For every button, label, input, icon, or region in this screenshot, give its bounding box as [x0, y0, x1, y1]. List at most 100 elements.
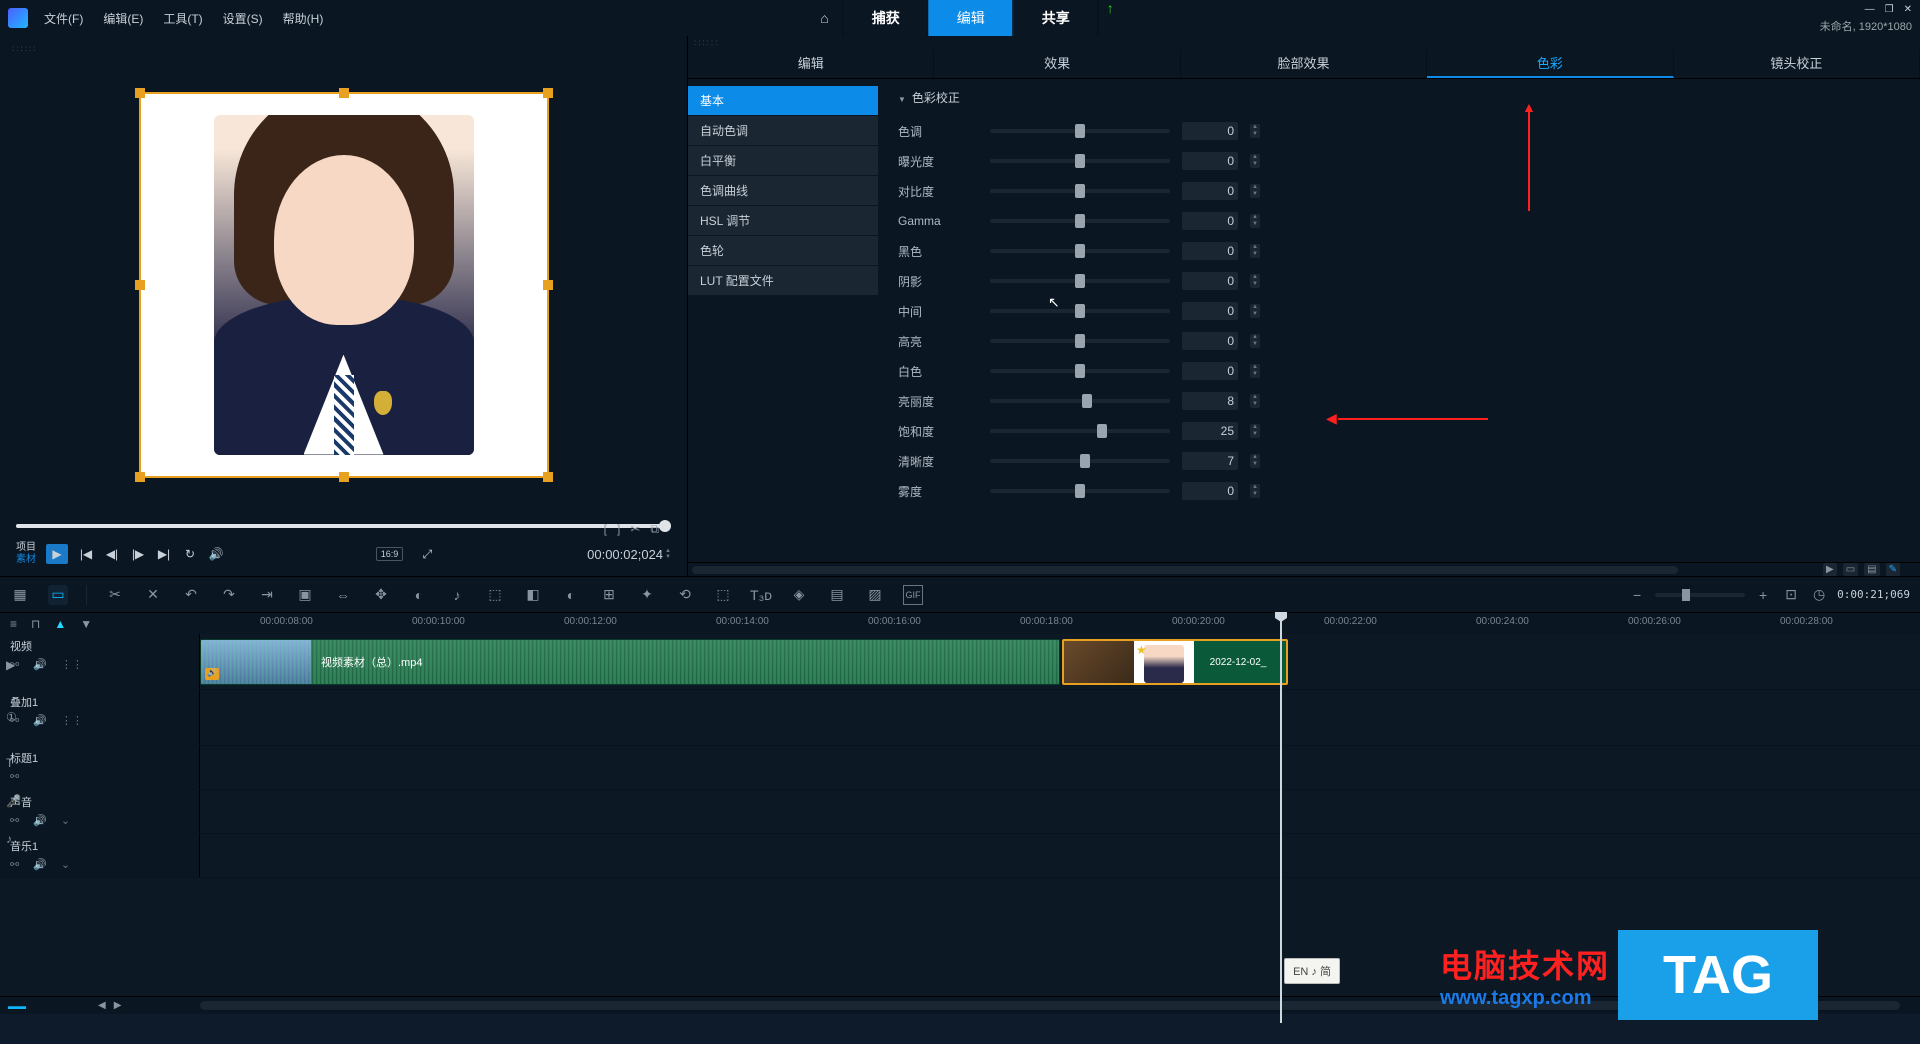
split-icon[interactable]: ✂ — [630, 522, 640, 537]
resize-handle-bm[interactable] — [339, 472, 349, 482]
track-icon[interactable]: ⬚ — [713, 585, 733, 605]
mute-icon[interactable]: 🔊 — [33, 714, 47, 727]
chevron-down-icon[interactable]: ⌄ — [61, 814, 70, 827]
loop-button[interactable]: ↻ — [182, 546, 198, 562]
color-cat-lut[interactable]: LUT 配置文件 — [688, 266, 878, 295]
color-cat-hsl[interactable]: HSL 调节 — [688, 206, 878, 235]
slider-value[interactable]: 7 — [1182, 452, 1238, 470]
slider-track[interactable] — [990, 249, 1170, 253]
slider-value[interactable]: 25 — [1182, 422, 1238, 440]
clip-audio-icon[interactable]: 🔊 — [205, 668, 219, 680]
slider-stepper[interactable]: ▲▼ — [1250, 214, 1260, 228]
mute-icon[interactable]: 🔊 — [33, 858, 47, 871]
filmstrip-icon[interactable]: ▤ — [827, 585, 847, 605]
list-icon[interactable]: ≡ — [10, 617, 17, 631]
panel-grip-icon[interactable]: :::::: — [6, 42, 681, 55]
prop-tab-lens[interactable]: 镜头校正 — [1674, 49, 1920, 78]
track-type-voice-icon[interactable]: 🎤 — [6, 794, 21, 808]
gif-icon[interactable]: GIF — [903, 585, 923, 605]
slider-stepper[interactable]: ▲▼ — [1250, 274, 1260, 288]
selected-clip-frame[interactable] — [139, 92, 549, 478]
timeline-ruler[interactable]: ≡ ⊓ ▲ ▼ 00:00:08:0000:00:10:0000:00:12:0… — [0, 612, 1920, 634]
resize-handle-tl[interactable] — [135, 88, 145, 98]
track-body-title[interactable] — [200, 746, 1920, 789]
grid-icon[interactable]: ⊞ — [599, 585, 619, 605]
zoom-out-icon[interactable]: − — [1627, 585, 1647, 605]
slider-value[interactable]: 0 — [1182, 212, 1238, 230]
scroll-right-icon[interactable]: ▶ — [114, 1000, 122, 1011]
slider-track[interactable] — [990, 129, 1170, 133]
color-cat-whitebalance[interactable]: 白平衡 — [688, 146, 878, 175]
panel-grip-icon[interactable]: :::::: — [688, 36, 1920, 49]
mark-in-icon[interactable]: [ — [604, 522, 607, 537]
scroll-right-icon[interactable]: ▶ — [1823, 563, 1837, 576]
resize-handle-tr[interactable] — [543, 88, 553, 98]
scrubber-knob[interactable] — [659, 520, 671, 532]
mute-icon[interactable]: 🔊 — [33, 658, 47, 671]
menu-settings[interactable]: 设置(S) — [223, 10, 263, 27]
restore-icon[interactable]: ❐ — [1885, 4, 1894, 15]
ime-indicator[interactable]: EN ♪ 简 — [1284, 958, 1340, 984]
slider-stepper[interactable]: ▲▼ — [1250, 364, 1260, 378]
slider-value[interactable]: 0 — [1182, 122, 1238, 140]
clip-main-video[interactable]: 视频素材（总）.mp4 🔊 — [200, 639, 1060, 685]
track-body-voice[interactable] — [200, 790, 1920, 833]
minimize-icon[interactable]: — — [1865, 4, 1875, 15]
marker-add-icon[interactable]: ▲ — [54, 617, 66, 631]
track-type-music-icon[interactable]: ♪ — [6, 832, 21, 846]
slider-stepper[interactable]: ▲▼ — [1250, 154, 1260, 168]
color-cat-colorwheel[interactable]: 色轮 — [688, 236, 878, 265]
preview-source-toggle[interactable]: 项目 素材 — [16, 542, 36, 566]
playhead[interactable] — [1280, 613, 1282, 1023]
pan-zoom-icon[interactable]: ⇔ — [333, 585, 353, 605]
tc-down[interactable]: ▼ — [665, 554, 671, 560]
zoom-slider[interactable] — [1655, 593, 1745, 597]
resize-handle-ml[interactable] — [135, 280, 145, 290]
layout-icon-1[interactable]: ▭ — [1843, 563, 1858, 576]
track-type-overlay-icon[interactable]: ① — [6, 710, 21, 724]
section-color-correction[interactable]: 色彩校正 — [898, 85, 1900, 116]
slider-track[interactable] — [990, 309, 1170, 313]
chroma-icon[interactable]: ◈ — [789, 585, 809, 605]
fx-icon[interactable]: ⋮⋮ — [61, 714, 83, 727]
clip-selected[interactable]: ★2022-12-02_ — [1062, 639, 1288, 685]
storyboard-view-icon[interactable]: ▦ — [10, 585, 30, 605]
color-cat-basic[interactable]: 基本 — [688, 86, 878, 115]
resize-handle-br[interactable] — [543, 472, 553, 482]
ripple-icon[interactable]: ⇥ — [257, 585, 277, 605]
slider-stepper[interactable]: ▲▼ — [1250, 454, 1260, 468]
zoom-in-icon[interactable]: + — [1753, 585, 1773, 605]
tab-share[interactable]: 共享 — [1014, 0, 1099, 36]
preview-timecode[interactable]: 00:00:02;024 ▲▼ — [587, 547, 671, 562]
layout-icon-3[interactable]: ✎ — [1886, 563, 1900, 576]
resize-handle-mr[interactable] — [543, 280, 553, 290]
slider-stepper[interactable]: ▲▼ — [1250, 484, 1260, 498]
slider-track[interactable] — [990, 489, 1170, 493]
clock-icon[interactable]: ◷ — [1809, 585, 1829, 605]
slider-stepper[interactable]: ▲▼ — [1250, 394, 1260, 408]
tab-home[interactable]: ⌂ — [806, 0, 843, 36]
fx-icon[interactable]: ⋮⋮ — [61, 658, 83, 671]
color-cat-tonecurve[interactable]: 色调曲线 — [688, 176, 878, 205]
slider-track[interactable] — [990, 399, 1170, 403]
play-button[interactable]: ▶ — [46, 544, 68, 564]
slider-value[interactable]: 0 — [1182, 272, 1238, 290]
slider-track[interactable] — [990, 339, 1170, 343]
goto-start-button[interactable]: |◀ — [78, 546, 94, 562]
mute-icon[interactable]: 🔊 — [33, 814, 47, 827]
redo-icon[interactable]: ↷ — [219, 585, 239, 605]
slider-stepper[interactable]: ▲▼ — [1250, 124, 1260, 138]
slider-track[interactable] — [990, 159, 1170, 163]
slider-value[interactable]: 0 — [1182, 302, 1238, 320]
slider-stepper[interactable]: ▲▼ — [1250, 184, 1260, 198]
preview-canvas[interactable] — [6, 55, 681, 514]
slider-track[interactable] — [990, 279, 1170, 283]
next-frame-button[interactable]: |▶ — [130, 546, 146, 562]
crop-icon[interactable]: ▣ — [295, 585, 315, 605]
slider-value[interactable]: 0 — [1182, 182, 1238, 200]
color-cat-autotone[interactable]: 自动色调 — [688, 116, 878, 145]
goto-end-button[interactable]: ▶| — [156, 546, 172, 562]
scroll-left-icon[interactable]: ◀ — [98, 1000, 106, 1011]
menu-edit[interactable]: 编辑(E) — [103, 10, 143, 27]
slider-value[interactable]: 0 — [1182, 482, 1238, 500]
